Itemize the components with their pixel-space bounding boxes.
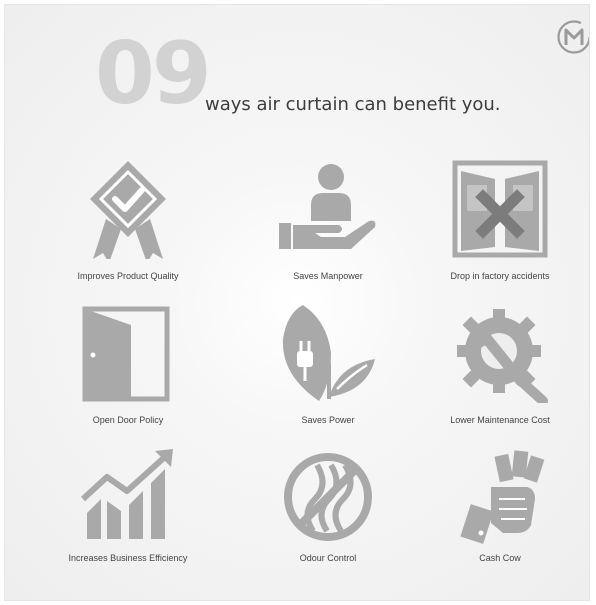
benefit-item-manpower: Saves Manpower xyxy=(243,159,413,289)
door-x-icon xyxy=(452,160,548,258)
hand-money-icon xyxy=(460,450,545,544)
benefit-item-maintenance: Lower Maintenance Cost xyxy=(415,303,585,433)
benefit-label: Saves Power xyxy=(301,415,355,425)
benefit-label: Cash Cow xyxy=(479,553,521,563)
hand-person-icon xyxy=(279,164,376,249)
brand-logo-icon xyxy=(557,20,589,54)
benefit-item-accidents: Drop in factory accidents xyxy=(415,159,585,289)
benefit-label: Drop in factory accidents xyxy=(450,271,550,281)
quality-badge-icon xyxy=(90,161,166,259)
benefit-label: Improves Product Quality xyxy=(77,271,179,281)
open-door-icon xyxy=(82,306,170,402)
benefit-label: Odour Control xyxy=(299,553,357,563)
benefit-item-cash-cow: Cash Cow xyxy=(415,447,585,577)
benefit-label: Lower Maintenance Cost xyxy=(450,415,550,425)
benefit-item-efficiency: Increases Business Efficiency xyxy=(43,447,213,577)
benefit-item-odour: Odour Control xyxy=(243,447,413,577)
growth-chart-icon xyxy=(80,449,173,539)
benefit-label: Increases Business Efficiency xyxy=(68,553,188,563)
benefit-item-open-door: Open Door Policy xyxy=(43,303,213,433)
infographic-card: 09 ways air curtain can benefit you. Imp… xyxy=(4,4,590,601)
benefit-item-quality: Improves Product Quality xyxy=(43,159,213,289)
gear-wrench-icon xyxy=(457,309,548,403)
benefit-item-power: Saves Power xyxy=(243,303,413,433)
no-odour-icon xyxy=(284,453,372,541)
benefit-label: Saves Manpower xyxy=(293,271,363,281)
page-title: ways air curtain can benefit you. xyxy=(205,94,501,115)
leaf-plug-icon xyxy=(282,305,375,401)
benefit-count: 09 xyxy=(95,24,212,124)
benefit-label: Open Door Policy xyxy=(92,415,164,425)
